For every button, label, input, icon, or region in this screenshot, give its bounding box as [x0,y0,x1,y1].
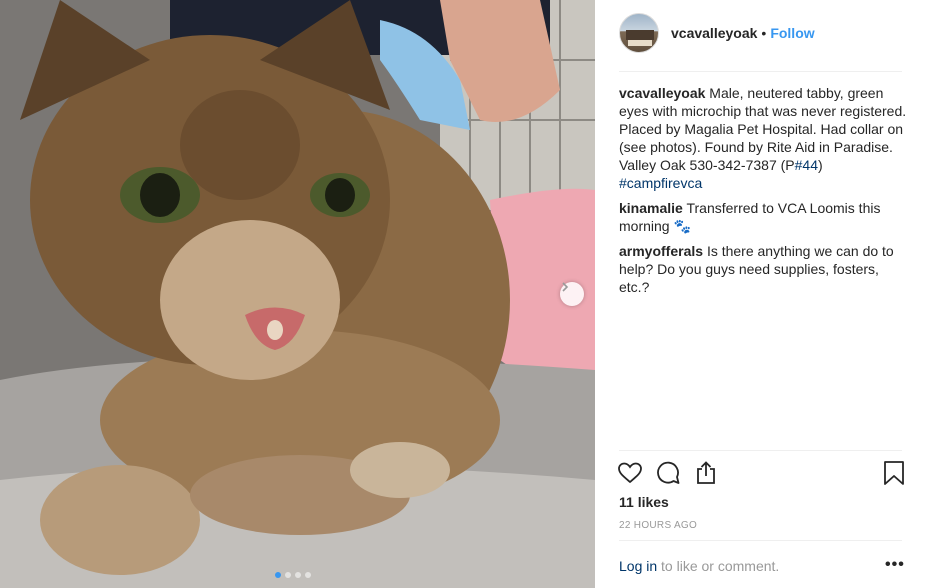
post-timestamp[interactable]: 22 HOURS AGO [619,520,697,531]
divider [619,540,902,541]
action-bar [617,460,909,488]
follow-button[interactable]: Follow [770,25,814,41]
carousel-dot[interactable] [285,572,291,578]
divider [619,450,902,451]
more-options-button[interactable]: ••• [885,556,905,574]
avatar[interactable] [619,13,659,53]
chevron-right-icon [562,282,569,292]
hashtag-link[interactable]: #campfirevca [619,175,702,191]
post-sidebar: vcavalleyoak • Follow vcavalleyoak Male,… [595,0,926,588]
mention-link[interactable]: #44 [795,157,818,173]
comment-username[interactable]: kinamalie [619,200,683,216]
comment-username[interactable]: vcavalleyoak [619,85,705,101]
comment-text-after: ) [817,157,823,173]
paw-emoji: 🐾 [673,218,691,234]
login-prompt: Log in to like or comment. [619,558,779,574]
bookmark-icon[interactable] [881,460,907,486]
cat-photo-illustration [0,0,595,588]
carousel-dot[interactable] [305,572,311,578]
header-separator: • [761,25,767,41]
header-username[interactable]: vcavalleyoak [671,25,757,41]
share-icon[interactable] [693,460,719,486]
likes-count[interactable]: 11 likes [619,494,669,510]
login-prompt-text: to like or comment. [657,558,780,574]
comment-username[interactable]: armyofferals [619,243,703,259]
divider [619,71,902,72]
comment: armyofferals Is there anything we can do… [619,242,907,296]
heart-icon[interactable] [617,460,643,486]
carousel-dot-active[interactable] [275,572,281,578]
post-header: vcavalleyoak • Follow [619,12,906,54]
comment-list: vcavalleyoak Male, neutered tabby, green… [619,84,907,303]
carousel-dot[interactable] [295,572,301,578]
post-photo[interactable] [0,0,595,588]
carousel-dots [275,572,311,578]
caption: vcavalleyoak Male, neutered tabby, green… [619,84,907,192]
login-link[interactable]: Log in [619,558,657,574]
next-slide-button[interactable] [560,282,584,306]
comment-icon[interactable] [655,460,681,486]
comment: kinamalie Transferred to VCA Loomis this… [619,199,907,235]
